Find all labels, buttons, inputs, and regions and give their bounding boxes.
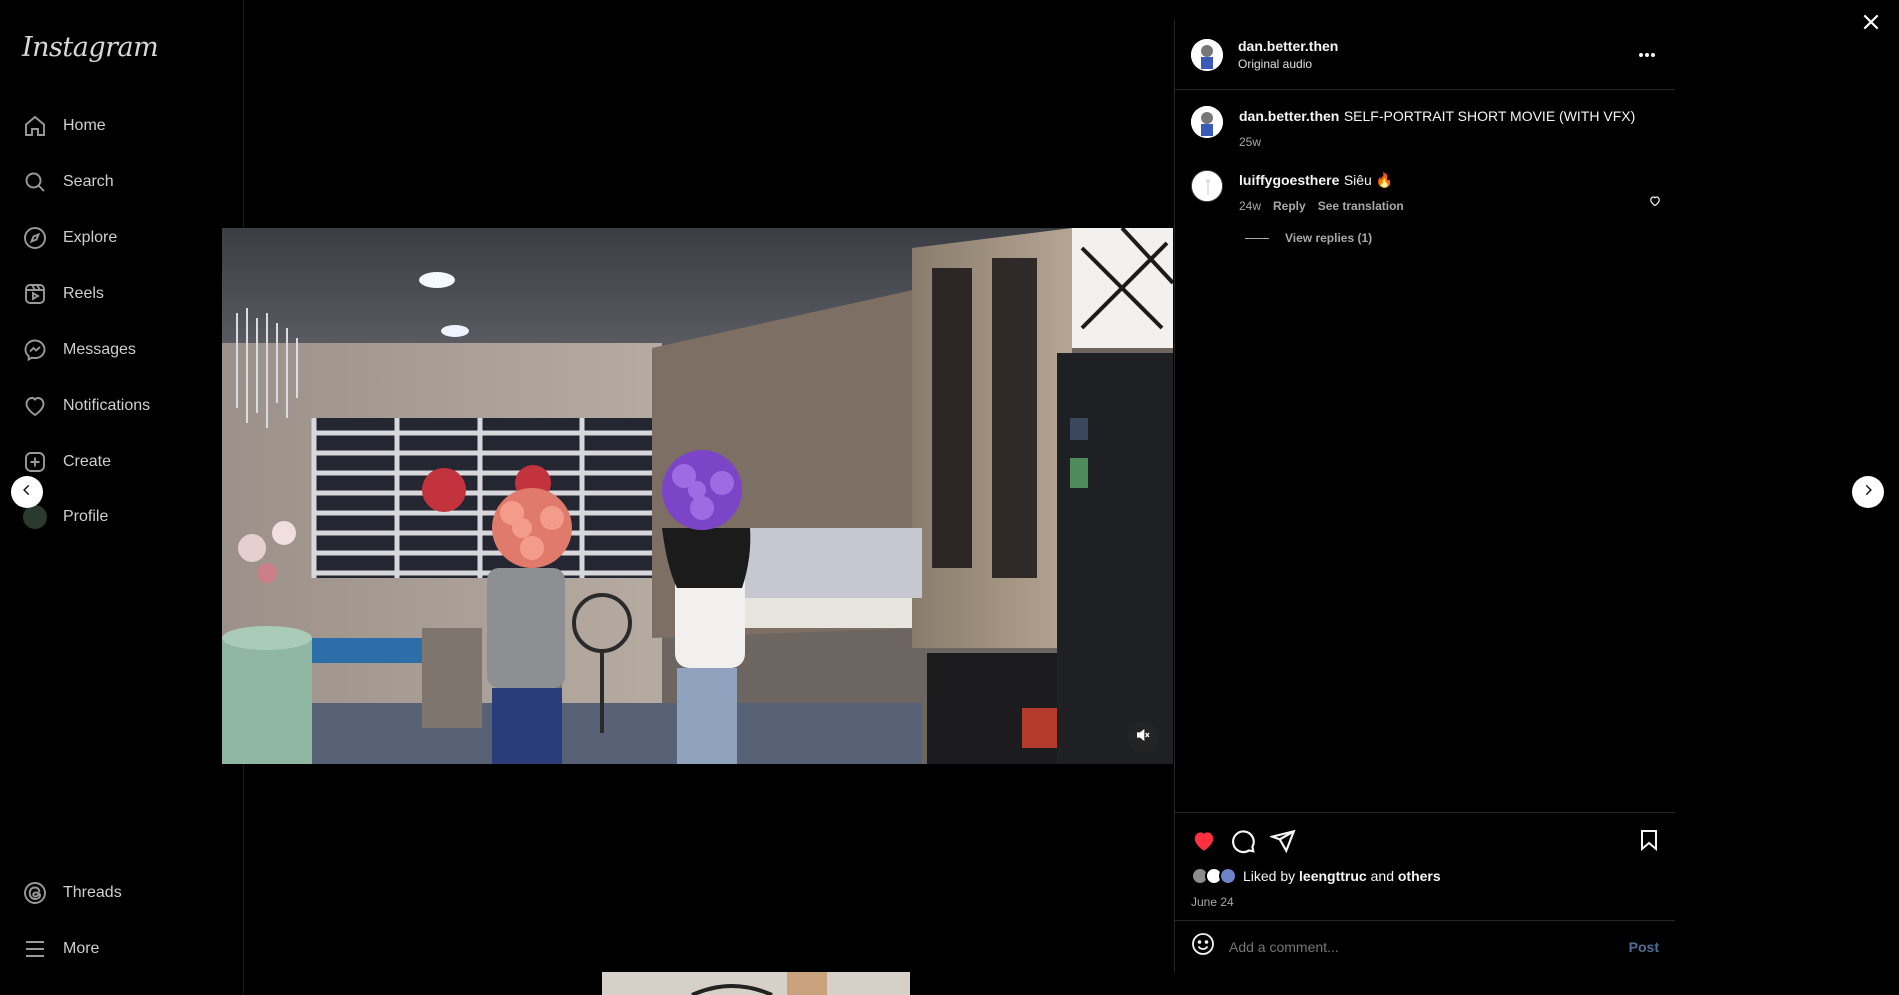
nav-explore-label: Explore: [63, 229, 118, 246]
share-icon: [1268, 829, 1296, 858]
likes-summary: Liked by leengttruc and others: [1191, 867, 1441, 885]
save-button[interactable]: [1637, 828, 1661, 857]
mute-icon: [1135, 727, 1151, 748]
home-icon: [22, 113, 48, 139]
nav-create[interactable]: Create: [22, 442, 111, 482]
close-icon: [1861, 12, 1881, 37]
chevron-right-icon: [1861, 483, 1875, 502]
liked-by-conj: and: [1370, 868, 1394, 884]
comment-text: Siêu 🔥: [1343, 172, 1394, 188]
reels-icon: [22, 281, 48, 307]
nav-more-label: More: [63, 940, 100, 957]
comment-icon: [1230, 830, 1256, 858]
view-replies-label: View replies (1): [1285, 231, 1373, 245]
nav-explore[interactable]: Explore: [22, 218, 117, 258]
comment-age[interactable]: 24w: [1239, 199, 1261, 213]
threads-icon: [22, 880, 48, 906]
thumbnail-illustration: [602, 972, 910, 995]
create-icon: [22, 449, 48, 475]
liked-by-user[interactable]: leengttruc: [1299, 868, 1367, 884]
nav-search[interactable]: Search: [22, 162, 114, 202]
nav-reels[interactable]: Reels: [22, 274, 104, 314]
caption-avatar[interactable]: [1191, 106, 1223, 138]
nav-threads[interactable]: Threads: [22, 873, 122, 913]
see-translation-button[interactable]: See translation: [1318, 199, 1404, 213]
notifications-icon: [22, 393, 48, 419]
comment-like-button[interactable]: [1649, 194, 1661, 212]
audio-link[interactable]: Original audio: [1238, 57, 1338, 71]
nav-profile-label: Profile: [63, 508, 109, 525]
nav-create-label: Create: [63, 453, 112, 470]
view-replies-button[interactable]: View replies (1): [1245, 231, 1404, 245]
post-comment-button[interactable]: Post: [1629, 939, 1659, 955]
emoji-icon: [1191, 932, 1215, 961]
bookmark-icon: [1637, 830, 1661, 856]
more-icon: [22, 936, 48, 962]
commenter-avatar[interactable]: [1191, 170, 1223, 202]
liked-by-others[interactable]: others: [1398, 868, 1441, 884]
nav-home[interactable]: Home: [22, 106, 106, 146]
author-username[interactable]: dan.better.then: [1238, 38, 1338, 54]
more-options-icon: [1638, 45, 1656, 63]
nav-notifications[interactable]: Notifications: [22, 386, 150, 426]
nav-more[interactable]: More: [22, 929, 99, 969]
next-post-button[interactable]: [1852, 476, 1884, 508]
next-post-thumbnail[interactable]: [602, 972, 910, 995]
caption-username[interactable]: dan.better.then: [1239, 108, 1339, 124]
previous-post-button[interactable]: [11, 476, 43, 508]
reply-button[interactable]: Reply: [1273, 199, 1306, 213]
comment-input[interactable]: [1229, 938, 1629, 955]
nav-threads-label: Threads: [63, 884, 122, 901]
mute-button[interactable]: [1128, 722, 1158, 752]
post-date[interactable]: June 24: [1191, 895, 1234, 909]
nav-messages[interactable]: Messages: [22, 330, 136, 370]
nav-home-label: Home: [63, 117, 106, 134]
author-avatar[interactable]: [1191, 39, 1223, 71]
post-details-panel: dan.better.then Original audio dan.bette…: [1174, 20, 1675, 972]
caption-text: SELF-PORTRAIT SHORT MOVIE (WITH VFX): [1343, 108, 1636, 124]
nav-messages-label: Messages: [63, 341, 136, 358]
video-frame-illustration: [222, 228, 1173, 764]
liked-by-prefix: Liked by: [1243, 868, 1296, 884]
search-icon: [22, 169, 48, 195]
commenter-username[interactable]: luiffygoesthere: [1239, 172, 1339, 188]
close-button[interactable]: [1859, 12, 1883, 36]
heart-icon: [1649, 194, 1661, 211]
explore-icon: [22, 225, 48, 251]
like-button[interactable]: [1191, 828, 1217, 859]
nav-search-label: Search: [63, 173, 114, 190]
post-header: dan.better.then Original audio: [1175, 20, 1675, 90]
emoji-button[interactable]: [1191, 932, 1215, 961]
caption-age[interactable]: 25w: [1239, 135, 1659, 149]
chevron-left-icon: [20, 483, 34, 502]
replies-divider: [1245, 237, 1269, 239]
post-video[interactable]: [222, 228, 1173, 764]
nav-reels-label: Reels: [63, 285, 104, 302]
post-actions: Liked by leengttruc and others June 24: [1175, 812, 1675, 932]
more-options-button[interactable]: [1635, 42, 1659, 66]
instagram-logo[interactable]: Instagram: [22, 32, 159, 63]
share-button[interactable]: [1268, 828, 1296, 859]
messages-icon: [22, 337, 48, 363]
nav-notifications-label: Notifications: [63, 397, 151, 414]
heart-filled-icon: [1191, 832, 1217, 858]
liker-avatars[interactable]: [1191, 867, 1237, 885]
comment-input-bar: Post: [1175, 920, 1675, 972]
comment-button[interactable]: [1230, 828, 1256, 859]
